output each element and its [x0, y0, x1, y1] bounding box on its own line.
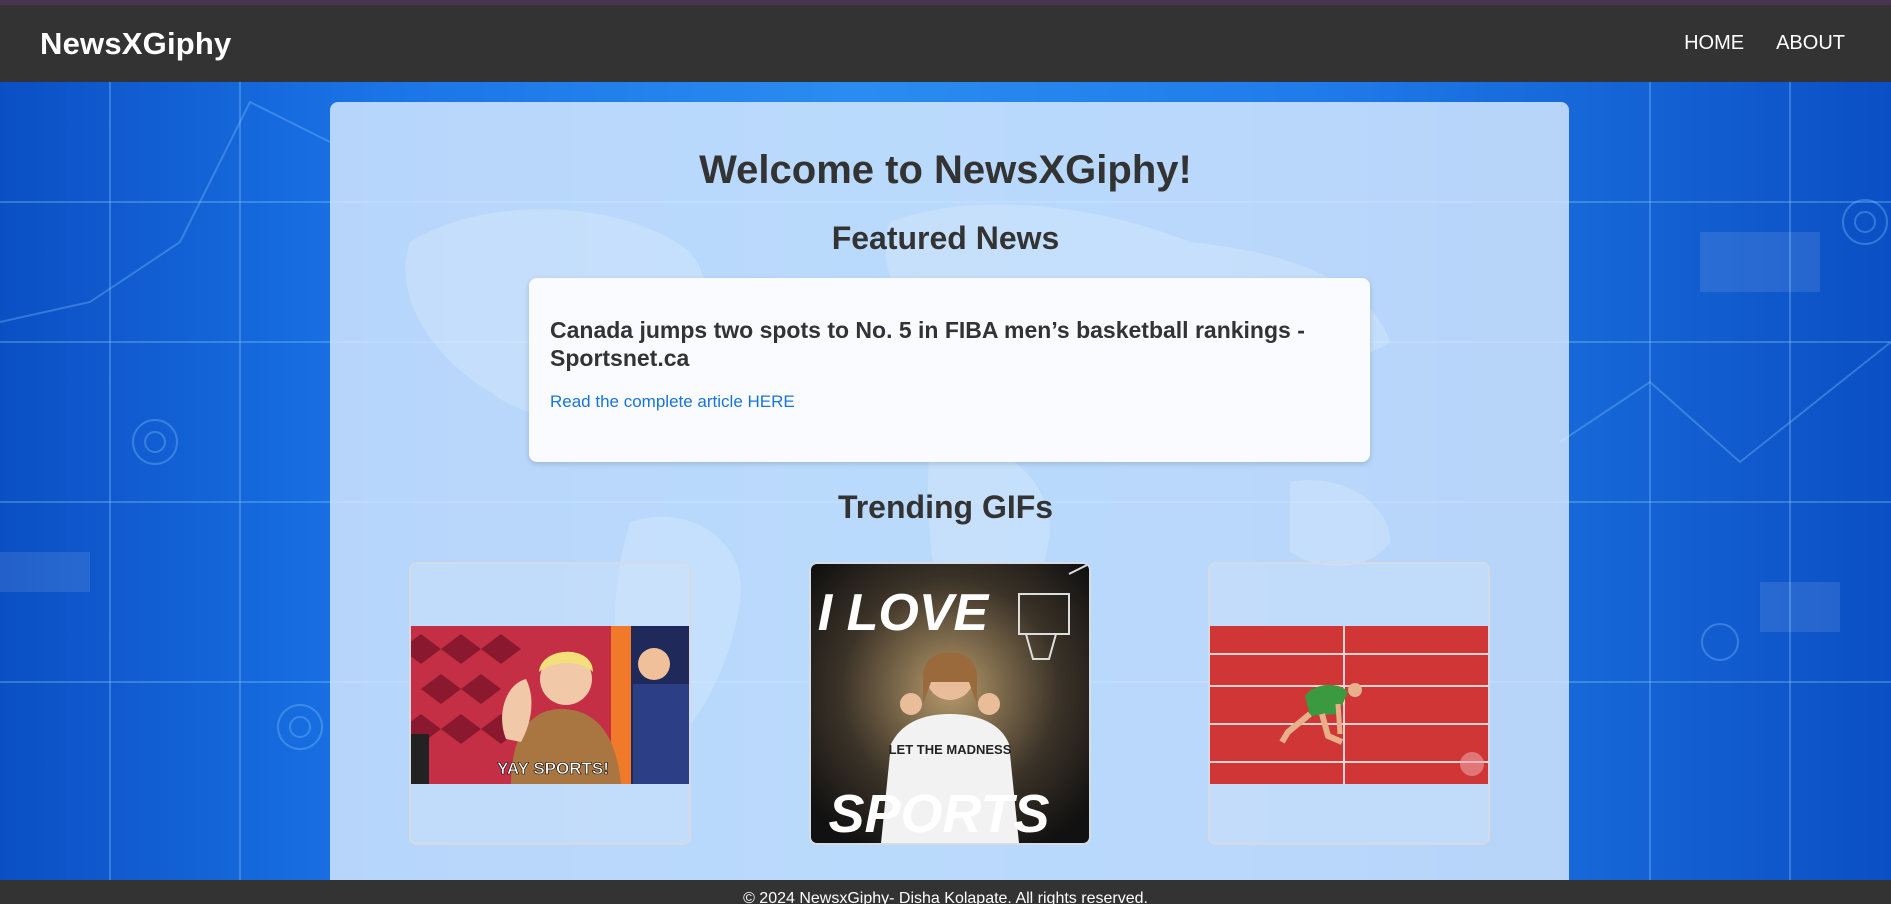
gif-card-i-love-sports[interactable]: I LOVE LET THE MADNESS SPORTS [809, 562, 1091, 845]
gif-image-yay-sports: YAY SPORTS! [411, 564, 689, 843]
nav-home-link[interactable]: HOME [1684, 32, 1744, 55]
read-article-link[interactable]: Read the complete article HERE [550, 392, 795, 412]
nav-about-link[interactable]: ABOUT [1776, 32, 1845, 55]
brand-logo[interactable]: NewsXGiphy [40, 26, 232, 62]
nav-links: HOME ABOUT [1684, 32, 1845, 55]
gif-image-i-love-sports: I LOVE LET THE MADNESS SPORTS [811, 564, 1089, 843]
gif-image-runner [1210, 564, 1488, 843]
gif-card-runner[interactable] [1208, 562, 1490, 845]
gif-card-yay-sports[interactable]: YAY SPORTS! [409, 562, 691, 845]
trending-gifs-heading: Trending GIFs [837, 489, 1054, 525]
svg-text:LET THE MADNESS: LET THE MADNESS [889, 742, 1012, 757]
navbar: NewsXGiphy HOME ABOUT [0, 5, 1891, 82]
svg-text:YAY SPORTS!: YAY SPORTS! [497, 759, 609, 778]
news-title: Canada jumps two spots to No. 5 in FIBA … [550, 317, 1305, 371]
svg-text:SPORTS: SPORTS [828, 784, 1049, 843]
svg-text:I LOVE: I LOVE [818, 584, 990, 642]
footer-copyright: © 2024 NewsxGiphy- Disha Kolapate. All r… [743, 890, 1148, 904]
footer: © 2024 NewsxGiphy- Disha Kolapate. All r… [0, 880, 1891, 904]
welcome-heading: Welcome to NewsXGiphy! [699, 148, 1192, 192]
news-card: Canada jumps two spots to No. 5 in FIBA … [529, 278, 1370, 462]
featured-news-heading: Featured News [831, 220, 1060, 256]
